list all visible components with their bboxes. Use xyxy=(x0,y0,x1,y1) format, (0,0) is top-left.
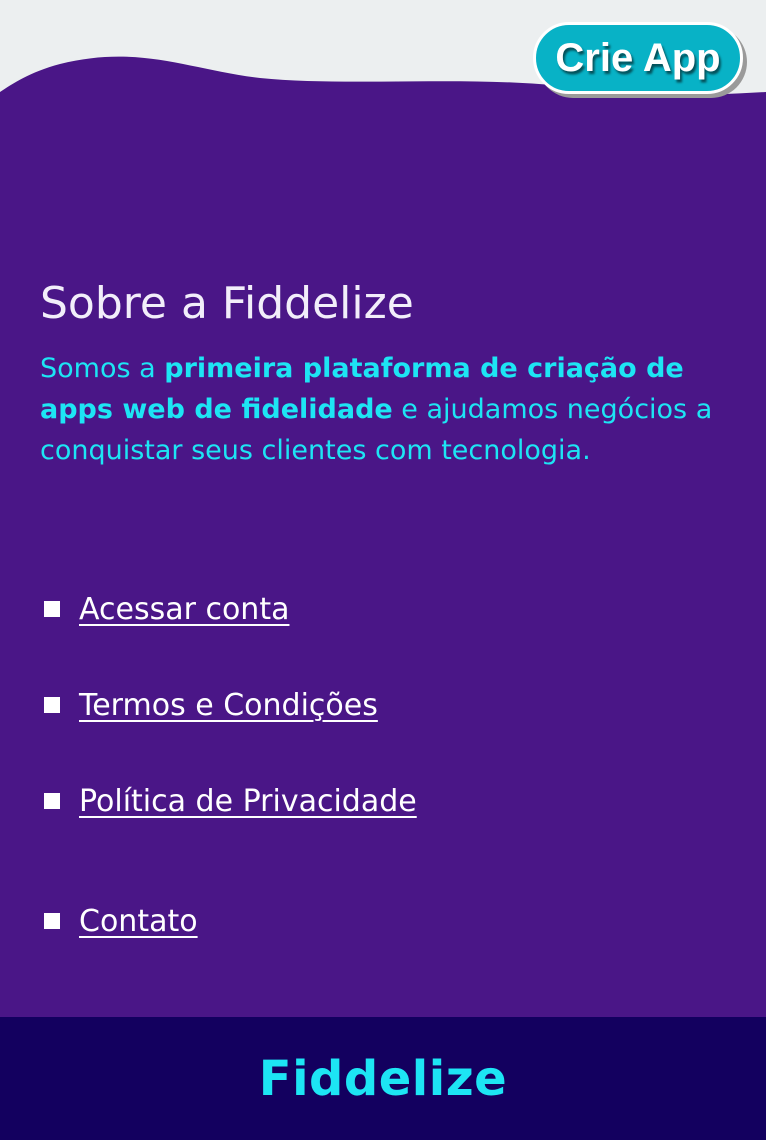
create-app-button[interactable]: Crie App xyxy=(533,22,743,94)
list-item: Contato xyxy=(40,896,730,946)
link-terms-conditions[interactable]: Termos e Condições xyxy=(79,688,378,723)
about-text-start: Somos a xyxy=(40,353,165,384)
footer: Fiddelize xyxy=(0,1017,766,1140)
link-contact[interactable]: Contato xyxy=(79,904,198,939)
list-item: Política de Privacidade xyxy=(40,776,730,826)
square-bullet-icon xyxy=(44,697,60,713)
list-item: Termos e Condições xyxy=(40,680,730,730)
square-bullet-icon xyxy=(44,601,60,617)
about-section: Sobre a Fiddelize Somos a primeira plata… xyxy=(40,272,730,471)
square-bullet-icon xyxy=(44,913,60,929)
about-title: Sobre a Fiddelize xyxy=(40,278,414,329)
list-item: Acessar conta xyxy=(40,584,730,634)
footer-brand-name: Fiddelize xyxy=(258,1050,508,1107)
link-privacy-policy[interactable]: Política de Privacidade xyxy=(79,784,417,819)
square-bullet-icon xyxy=(44,793,60,809)
about-description: Somos a primeira plataforma de criação d… xyxy=(40,348,730,471)
link-access-account[interactable]: Acessar conta xyxy=(79,592,289,627)
